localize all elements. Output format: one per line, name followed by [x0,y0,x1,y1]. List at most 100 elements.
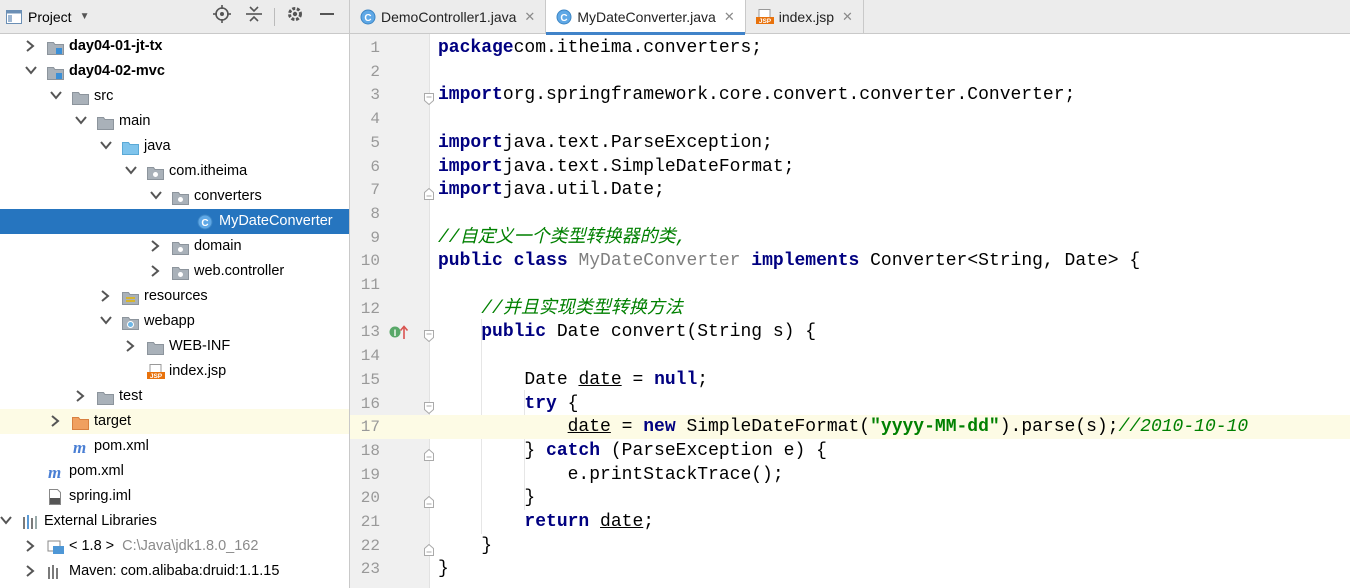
chevron-down-icon[interactable] [73,109,87,134]
code-token: //并且实现类型转换方法 [481,298,683,319]
fold-end-icon[interactable] [424,540,434,556]
tree-item-resources[interactable]: resources [0,284,349,309]
chevron-right-icon[interactable] [148,259,162,284]
chevron-right-icon[interactable] [23,559,37,584]
code-line[interactable]: 11 [350,273,1350,297]
tree-item-mydateconverter[interactable]: C MyDateConverter [0,209,349,234]
tree-item-target[interactable]: target [0,409,349,434]
tree-item-day04-01-jt-tx[interactable]: day04-01-jt-tx [0,34,349,59]
tree-item-1-8[interactable]: < 1.8 > C:\Java\jdk1.8.0_162 [0,534,349,559]
line-number: 21 [360,513,380,531]
fold-start-icon[interactable] [424,89,434,106]
collapse-all-icon[interactable] [238,5,270,28]
code-line[interactable]: 1 packagecom.itheima.converters; [350,36,1350,60]
code-line[interactable]: 5 importjava.text.ParseException; [350,131,1350,155]
code-line[interactable]: 10 public class MyDateConverter implement… [350,249,1350,273]
close-icon[interactable]: ✕ [724,9,735,25]
chevron-down-icon[interactable]: ▼ [80,11,90,22]
tree-item-web-controller[interactable]: web.controller [0,259,349,284]
tree-item-webapp[interactable]: webapp [0,309,349,334]
code-text: packagecom.itheima.converters; [438,36,762,60]
code-line[interactable]: 2 [350,60,1350,84]
tab-label: MyDateConverter.java [577,9,716,25]
tree-item-maven-com-alibaba-druid-1-1-15[interactable]: Maven: com.alibaba:druid:1.1.15 [0,559,349,584]
code-line[interactable]: 16 try { [350,392,1350,416]
code-line[interactable]: 6 importjava.text.SimpleDateFormat; [350,155,1350,179]
chevron-right-icon[interactable] [148,234,162,259]
chevron-down-icon[interactable] [98,309,112,334]
tree-item-main[interactable]: main [0,109,349,134]
svg-text:m: m [73,439,86,455]
code-line[interactable]: 21 return date; [350,510,1350,534]
chevron-right-icon[interactable] [98,284,112,309]
line-number: 23 [360,560,380,579]
tree-item-label: MyDateConverter [219,213,333,229]
code-line[interactable]: 23} [350,557,1350,581]
close-icon[interactable]: ✕ [842,9,853,25]
line-number: 10 [360,252,380,271]
tree-item-pom-xml[interactable]: m pom.xml [0,434,349,459]
chevron-right-icon[interactable] [23,534,37,559]
chevron-down-icon[interactable] [23,59,37,84]
tree-item-label: converters [194,188,262,204]
tab-mydateconverter-java[interactable]: C MyDateConverter.java ✕ [546,0,746,35]
line-number: 8 [370,204,380,223]
code-token: null [654,369,698,390]
chevron-right-icon[interactable] [23,34,37,59]
code-line[interactable]: 18 } catch (ParseException e) { [350,439,1350,463]
project-tree[interactable]: day04-01-jt-tx day04-02-mvc src main java com… [0,34,349,584]
code-line[interactable]: 8 [350,202,1350,226]
tree-item-spring-iml[interactable]: spring.iml [0,484,349,509]
locate-icon[interactable] [206,5,238,28]
code-line[interactable]: 12 //并且实现类型转换方法 [350,297,1350,321]
tree-item-pom-xml[interactable]: m pom.xml [0,459,349,484]
fold-end-icon[interactable] [424,492,434,509]
tree-item-converters[interactable]: converters [0,184,349,209]
tree-item-external-libraries[interactable]: External Libraries [0,509,349,534]
code-line[interactable]: 7 importjava.util.Date; [350,178,1350,202]
hide-icon[interactable] [311,5,343,28]
chevron-down-icon[interactable] [48,84,62,109]
gear-icon[interactable] [279,5,311,28]
chevron-right-icon[interactable] [73,384,87,409]
project-view-selector[interactable]: Project [28,9,72,25]
tree-item-domain[interactable]: domain [0,234,349,259]
tree-item-label: domain [194,238,242,254]
code-line[interactable]: 9 //自定义一个类型转换器的类, [350,226,1350,250]
chevron-down-icon[interactable] [98,134,112,159]
tree-item-src[interactable]: src [0,84,349,109]
fold-start-icon[interactable] [424,398,434,414]
chevron-down-icon[interactable] [0,509,12,534]
tree-item-java[interactable]: java [0,134,349,159]
chevron-right-icon[interactable] [48,409,62,434]
tree-item-index-jsp[interactable]: JSP index.jsp [0,359,349,384]
chevron-down-icon[interactable] [123,159,137,184]
code-text: } [438,486,535,510]
code-token: try [524,393,557,414]
close-icon[interactable]: ✕ [524,9,535,25]
tree-item-web-inf[interactable]: WEB-INF [0,334,349,359]
code-line[interactable]: 15 Date date = null; [350,368,1350,392]
web-folder-icon [122,314,139,330]
code-line[interactable]: 13 I public Date convert(String s) { [350,320,1350,344]
code-line[interactable]: 19 e.printStackTrace(); [350,463,1350,487]
tree-item-test[interactable]: test [0,384,349,409]
fold-start-icon[interactable] [424,326,434,343]
tab-index-jsp[interactable]: JSP index.jsp ✕ [746,0,864,34]
code-line[interactable]: 22 } [350,534,1350,558]
code-line[interactable]: 3 importorg.springframework.core.convert.… [350,83,1350,107]
chevron-right-icon[interactable] [123,334,137,359]
fold-end-icon[interactable] [424,184,434,201]
tab-democontroller1-java[interactable]: C DemoController1.java ✕ [350,0,547,34]
tree-item-day04-02-mvc[interactable]: day04-02-mvc [0,59,349,84]
code-line[interactable]: 4 [350,107,1350,131]
code-editor[interactable]: 1 packagecom.itheima.converters; 2 3 importo… [350,34,1350,588]
code-line[interactable]: 14 [350,344,1350,368]
code-text: } [438,534,492,558]
tree-item-com-itheima[interactable]: com.itheima [0,159,349,184]
fold-end-icon[interactable] [424,445,434,461]
chevron-down-icon[interactable] [148,184,162,209]
code-line[interactable]: 20 } [350,486,1350,510]
code-line[interactable]: 17 date = new SimpleDateFormat("yyyy-MM-… [350,415,1350,439]
